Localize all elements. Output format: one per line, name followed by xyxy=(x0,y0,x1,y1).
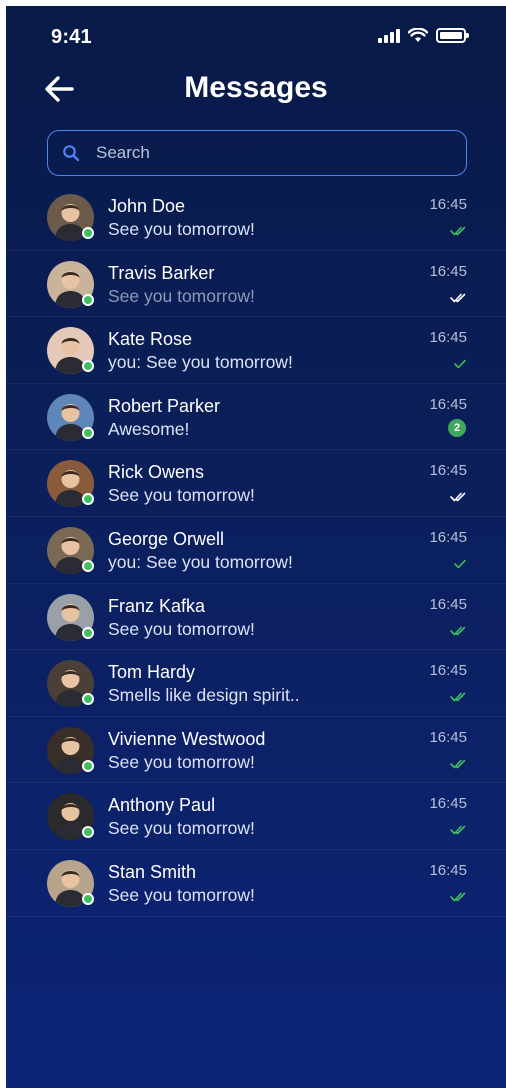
avatar xyxy=(47,460,94,508)
avatar xyxy=(47,726,94,774)
contact-name: Anthony Paul xyxy=(108,795,216,816)
conversation-row[interactable]: Franz Kafka See you tomorrow! 16:45 xyxy=(6,584,506,651)
online-indicator xyxy=(82,426,94,439)
online-indicator xyxy=(82,892,94,905)
unread-badge: 2 xyxy=(448,418,466,437)
conversation-row[interactable]: Rick Owens See you tomorrow! 16:45 xyxy=(6,450,506,517)
contact-name: Rick Owens xyxy=(108,462,205,483)
message-preview: you: See you tomorrow! xyxy=(108,352,293,373)
message-preview: Smells like design spirit.. xyxy=(108,685,300,706)
contact-name: Travis Barker xyxy=(108,262,215,283)
avatar xyxy=(47,526,94,574)
message-time: 16:45 xyxy=(429,196,467,213)
double-check-icon xyxy=(450,224,466,238)
avatar xyxy=(47,393,94,441)
online-indicator xyxy=(82,293,94,306)
contact-name: Vivienne Westwood xyxy=(108,728,266,749)
battery-icon xyxy=(436,28,469,43)
online-indicator xyxy=(82,759,94,772)
message-time: 16:45 xyxy=(429,728,467,746)
online-indicator xyxy=(82,626,94,639)
search-icon xyxy=(63,145,80,162)
online-indicator xyxy=(82,559,94,572)
conversation-row[interactable]: Tom Hardy Smells like design spirit.. 16:4… xyxy=(6,650,506,717)
conversation-row[interactable]: Travis Barker See you tomorrow! 16:45 xyxy=(6,251,506,318)
message-time: 16:45 xyxy=(429,662,467,680)
wifi-icon xyxy=(408,28,428,42)
avatar xyxy=(47,859,94,907)
signal-icon xyxy=(378,28,400,43)
message-time: 16:45 xyxy=(429,861,467,879)
conversation-row[interactable]: Stan Smith See you tomorrow! 16:45 xyxy=(6,850,506,917)
message-time: 16:45 xyxy=(429,595,467,613)
double-check-icon xyxy=(450,690,466,704)
contact-name: Stan Smith xyxy=(108,861,197,882)
page-title: Messages xyxy=(184,71,328,104)
unread-count: 2 xyxy=(448,418,466,437)
double-check-icon xyxy=(450,624,466,638)
single-check-icon xyxy=(454,557,466,571)
message-preview: See you tomorrow! xyxy=(108,285,255,306)
message-preview: See you tomorrow! xyxy=(108,818,255,839)
contact-name: Robert Parker xyxy=(108,395,221,416)
conversation-row[interactable]: George Orwell you: See you tomorrow! 16:45 xyxy=(6,517,506,584)
conversation-row[interactable]: Kate Rose you: See you tomorrow! 16:45 xyxy=(6,317,506,384)
avatar xyxy=(47,660,94,708)
double-check-icon xyxy=(450,890,466,904)
message-time: 16:45 xyxy=(429,462,467,480)
double-check-icon xyxy=(450,490,466,504)
online-indicator xyxy=(82,493,94,506)
status-bar: 9:41 xyxy=(6,6,506,66)
conversation-row[interactable]: Vivienne Westwood See you tomorrow! 16:45 xyxy=(6,717,506,784)
messages-screen: 9:41 Messages John Doe See you tomorrow! 1… xyxy=(6,6,506,1088)
contact-name: Franz Kafka xyxy=(108,595,206,616)
avatar xyxy=(47,260,94,308)
avatar xyxy=(47,793,94,841)
message-time: 16:45 xyxy=(429,795,467,813)
message-time: 16:45 xyxy=(429,329,467,347)
conversation-row[interactable]: John Doe See you tomorrow! 16:45 xyxy=(6,184,506,251)
message-time: 16:45 xyxy=(429,528,467,546)
search-input[interactable] xyxy=(96,143,416,163)
contact-name: John Doe xyxy=(108,196,186,216)
message-time: 16:45 xyxy=(429,395,467,413)
contact-name: Tom Hardy xyxy=(108,662,196,683)
contact-name: Kate Rose xyxy=(108,329,193,350)
avatar xyxy=(47,194,94,241)
message-preview: Awesome! xyxy=(108,418,190,439)
avatar xyxy=(47,327,94,375)
conversation-row[interactable]: Anthony Paul See you tomorrow! 16:45 xyxy=(6,783,506,850)
header: Messages xyxy=(6,66,506,116)
conversation-row[interactable]: Robert Parker Awesome! 16:45 2 xyxy=(6,384,506,451)
double-check-icon xyxy=(450,291,466,305)
online-indicator xyxy=(82,693,94,706)
status-time: 9:41 xyxy=(51,26,92,48)
message-preview: See you tomorrow! xyxy=(108,751,255,772)
message-preview: See you tomorrow! xyxy=(108,618,255,639)
single-check-icon xyxy=(454,357,466,371)
message-preview: See you tomorrow! xyxy=(108,485,255,506)
message-preview: See you tomorrow! xyxy=(108,219,255,239)
online-indicator xyxy=(82,227,94,239)
conversation-list: John Doe See you tomorrow! 16:45 Travis Bar… xyxy=(6,184,506,917)
double-check-icon xyxy=(450,823,466,837)
contact-name: George Orwell xyxy=(108,528,225,549)
status-icons xyxy=(378,28,469,43)
search-bar[interactable] xyxy=(47,130,467,176)
online-indicator xyxy=(82,360,94,373)
double-check-icon xyxy=(450,757,466,771)
online-indicator xyxy=(82,826,94,839)
message-preview: See you tomorrow! xyxy=(108,884,255,905)
message-time: 16:45 xyxy=(429,262,467,280)
avatar xyxy=(47,593,94,641)
message-preview: you: See you tomorrow! xyxy=(108,551,293,572)
